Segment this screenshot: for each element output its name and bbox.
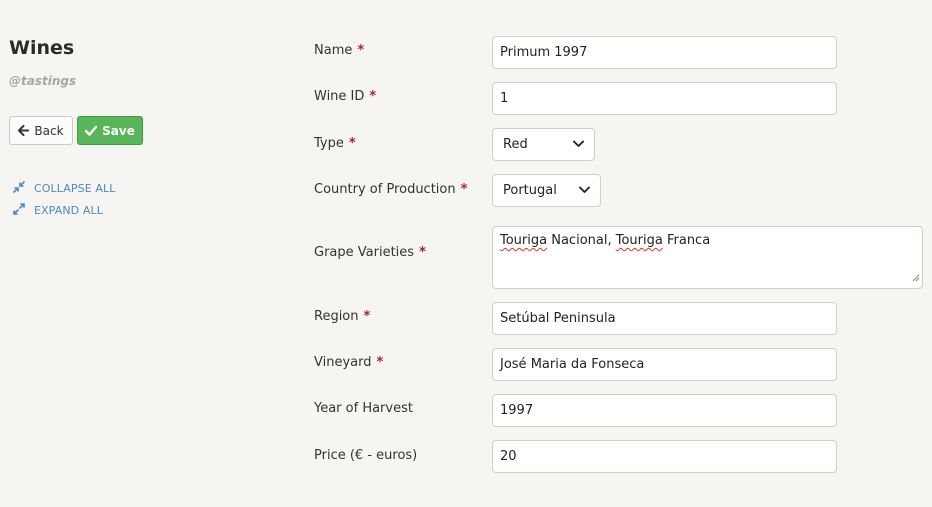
collapse-all-link[interactable]: COLLAPSE ALL	[13, 181, 115, 196]
vineyard-input[interactable]: José Maria da Fonseca	[492, 348, 837, 381]
chevron-down-icon	[579, 183, 590, 198]
year-of-harvest-input[interactable]: 1997	[492, 394, 837, 427]
type-select[interactable]: Red	[492, 128, 595, 161]
wine-id-input[interactable]: 1	[492, 82, 837, 115]
chevron-down-icon	[573, 137, 584, 152]
price-input[interactable]: 20	[492, 440, 837, 473]
spellcheck-word: Touriga	[615, 233, 663, 248]
region-input[interactable]: Setúbal Peninsula	[492, 302, 837, 335]
country-select[interactable]: Portugal	[492, 174, 601, 207]
page-title: Wines	[9, 37, 75, 59]
required-marker: *	[419, 245, 426, 260]
required-marker: *	[363, 309, 371, 324]
page-subtitle: @tastings	[9, 74, 77, 88]
required-marker: *	[357, 43, 365, 58]
country-selected-value: Portugal	[503, 183, 557, 198]
arrow-left-icon	[18, 125, 30, 136]
save-button[interactable]: Save	[77, 116, 143, 145]
required-marker: *	[376, 355, 384, 370]
back-button-label: Back	[34, 123, 64, 138]
name-input[interactable]: Primum 1997	[492, 36, 837, 69]
vineyard-label: Vineyard *	[314, 355, 384, 370]
name-label: Name *	[314, 43, 365, 58]
back-button[interactable]: Back	[9, 116, 73, 145]
country-label: Country of Production *	[314, 182, 468, 197]
year-of-harvest-label: Year of Harvest	[314, 401, 413, 416]
resize-handle-icon[interactable]	[912, 271, 920, 286]
required-marker: *	[369, 89, 377, 104]
region-label: Region *	[314, 309, 371, 324]
grape-varieties-textarea[interactable]: Touriga Nacional, Touriga Franca	[492, 226, 923, 289]
required-marker: *	[348, 136, 356, 151]
price-label: Price (€ - euros)	[314, 448, 418, 463]
check-icon	[85, 125, 98, 136]
save-button-label: Save	[102, 123, 135, 138]
expand-all-link[interactable]: EXPAND ALL	[13, 203, 103, 218]
compress-icon	[13, 181, 25, 196]
spellcheck-word: Touriga	[500, 233, 548, 248]
collapse-all-label: COLLAPSE ALL	[34, 182, 116, 195]
expand-icon	[13, 203, 25, 218]
wine-id-label: Wine ID *	[314, 89, 377, 104]
expand-all-label: EXPAND ALL	[34, 204, 103, 217]
grape-varieties-label: Grape Varieties *	[314, 245, 426, 260]
type-selected-value: Red	[503, 137, 528, 152]
type-label: Type *	[314, 136, 356, 151]
required-marker: *	[460, 182, 468, 197]
